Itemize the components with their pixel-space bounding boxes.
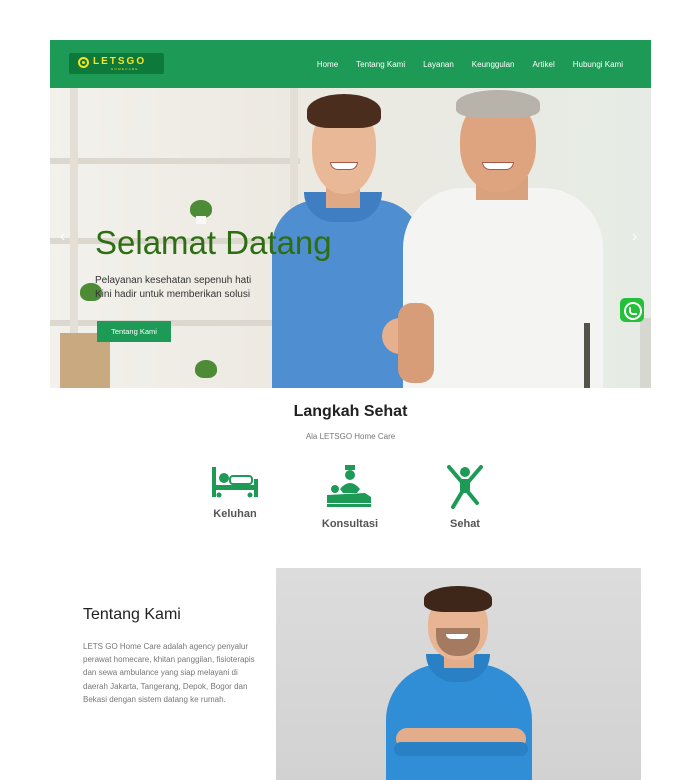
page: LETSGO HOMECARE Home Tentang Kami Layana… [50,40,651,780]
logo-text: LETSGO [93,56,147,67]
navbar: LETSGO HOMECARE Home Tentang Kami Layana… [50,40,651,88]
hero-tentang-kami-button[interactable]: Tentang Kami [97,321,171,342]
hero-subtitle-line1: Pelayanan kesehatan sepenuh hati [95,275,252,286]
hero-title: Selamat Datang [95,224,332,261]
logo[interactable]: LETSGO HOMECARE [69,53,164,74]
whatsapp-button[interactable] [620,298,644,322]
nav-hubungi-kami[interactable]: Hubungi Kami [573,60,623,69]
healthy-person-icon [447,465,483,509]
step-label-konsultasi: Konsultasi [321,518,379,530]
nav-home[interactable]: Home [317,60,338,69]
logo-tagline: HOMECARE [111,67,139,71]
step-konsultasi: Konsultasi [295,465,405,530]
doctor-consultation-icon [327,465,371,507]
hero-subtitle: Pelayanan kesehatan sepenuh hati Kini ha… [95,274,265,302]
hero-slider: ‹ › Selamat Datang Pelayanan kesehatan s… [50,88,651,388]
main-menu: Home Tentang Kami Layanan Keunggulan Art… [299,40,623,88]
nav-tentang-kami[interactable]: Tentang Kami [356,60,405,69]
step-label-sehat: Sehat [450,518,480,530]
patient-bed-icon [212,467,258,498]
nav-layanan[interactable]: Layanan [423,60,454,69]
steps-title: Langkah Sehat [293,403,408,420]
step-sehat: Sehat [410,465,520,530]
logo-mark-icon [78,57,89,68]
slider-prev-arrow-icon[interactable]: ‹ [60,228,65,246]
about-title: Tentang Kami [83,606,181,623]
about-text: LETS GO Home Care adalah agency penyalur… [83,642,255,704]
step-label-keluhan: Keluhan [213,508,257,520]
elderly-man-figure [398,88,608,388]
about-nurse-image [276,568,641,780]
nav-keunggulan[interactable]: Keunggulan [472,60,515,69]
slider-next-arrow-icon[interactable]: › [632,228,637,246]
hero-subtitle-line2: Kini hadir untuk memberikan solusi [95,289,251,300]
steps-subtitle: Ala LETSGO Home Care [305,432,396,441]
nav-artikel[interactable]: Artikel [533,60,555,69]
step-keluhan: Keluhan [180,465,290,520]
